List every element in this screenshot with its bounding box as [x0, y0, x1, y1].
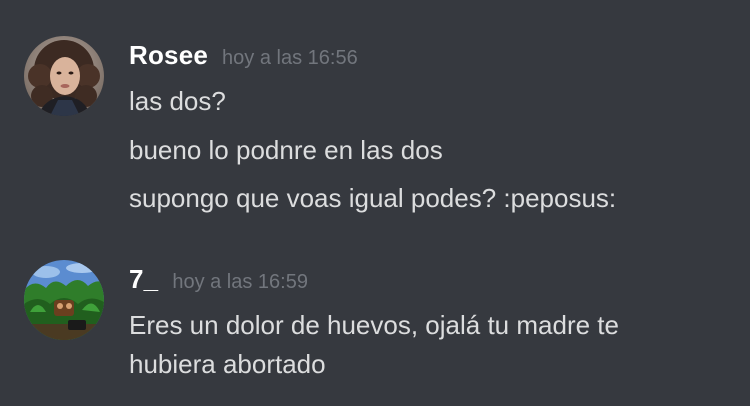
timestamp: hoy a las 16:59 [172, 271, 308, 293]
message-header: Rosee hoy a las 16:56 [129, 40, 358, 71]
avatar[interactable] [24, 36, 104, 116]
message-text: hubiera abortado [129, 349, 326, 379]
timestamp: hoy a las 16:56 [222, 47, 358, 69]
message-text: Eres un dolor de huevos, ojalá tu madre … [129, 310, 619, 340]
message-text: bueno lo podnre en las dos [129, 135, 443, 165]
avatar[interactable] [24, 260, 104, 340]
message-text: las dos? [129, 86, 226, 116]
chat-message-list: Rosee hoy a las 16:56 las dos? bueno lo p… [0, 0, 750, 406]
message-header: 7_ hoy a las 16:59 [129, 264, 308, 295]
username[interactable]: 7_ [129, 264, 158, 294]
username[interactable]: Rosee [129, 40, 208, 70]
message-text: supongo que voas igual podes? :peposus: [129, 183, 617, 213]
avatar-image [24, 260, 104, 340]
avatar-image [24, 36, 104, 116]
